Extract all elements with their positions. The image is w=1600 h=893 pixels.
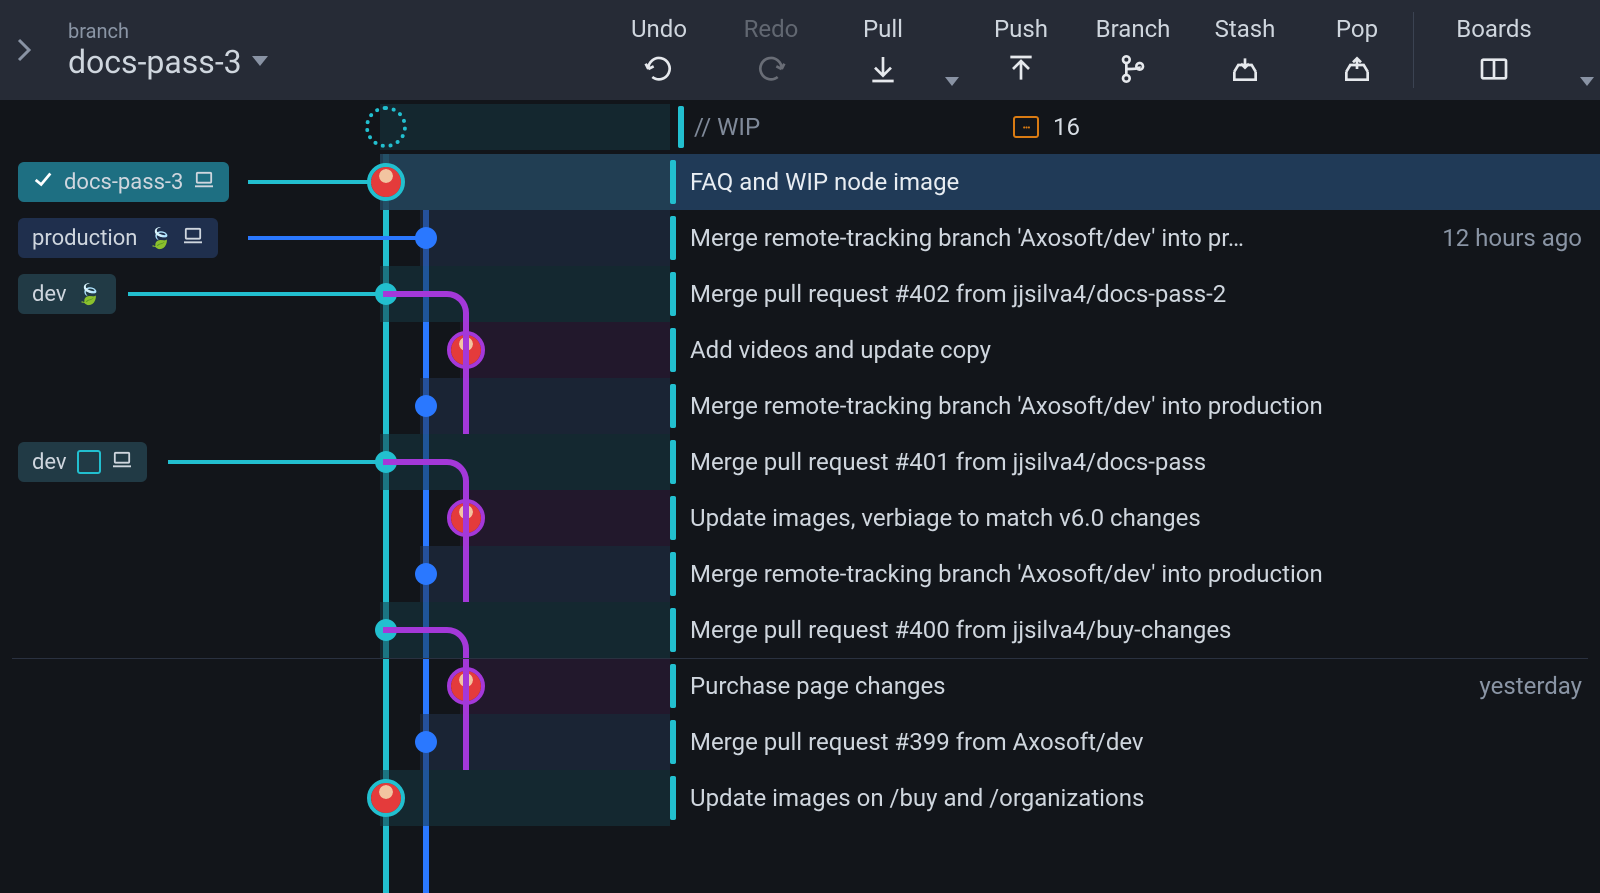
day-divider	[12, 658, 1588, 659]
branch-icon	[1117, 53, 1149, 85]
wip-file-count: 16	[1053, 113, 1080, 141]
wip-row[interactable]: // WIP 16	[0, 100, 1600, 154]
stash-icon	[1229, 53, 1261, 85]
commit-node	[415, 395, 437, 417]
repo-chevron-icon[interactable]	[0, 0, 48, 100]
commit-message: Merge pull request #402 from jjsilva4/do…	[690, 280, 1400, 308]
commit-node	[415, 227, 437, 249]
commit-row[interactable]: Merge pull request #400 from jjsilva4/bu…	[0, 602, 1600, 658]
commit-node	[415, 731, 437, 753]
chevron-down-icon	[252, 56, 268, 68]
commit-row[interactable]: Update images, verbiage to match v6.0 ch…	[0, 490, 1600, 546]
pop-icon	[1341, 53, 1373, 85]
commit-graph[interactable]: docs-pass-3production🍃dev🍃dev FAQ and WI…	[0, 154, 1600, 893]
undo-button[interactable]: Undo	[603, 0, 715, 100]
toolbar: branch docs-pass-3 Undo Redo Pull Push B…	[0, 0, 1600, 100]
avatar	[367, 163, 405, 201]
commit-row[interactable]: Update images on /buy and /organizations	[0, 770, 1600, 826]
pull-icon	[867, 53, 899, 85]
branch-name: docs-pass-3	[68, 43, 268, 81]
pop-button[interactable]: Pop	[1301, 0, 1413, 100]
wip-node-icon	[365, 106, 407, 148]
commit-message: Merge pull request #399 from Axosoft/dev	[690, 728, 1400, 756]
wip-files-icon	[1013, 116, 1039, 138]
wip-placeholder: // WIP	[694, 113, 760, 141]
avatar	[367, 779, 405, 817]
commit-row[interactable]: FAQ and WIP node image	[0, 154, 1600, 210]
pull-button[interactable]: Pull	[827, 0, 939, 100]
commit-row[interactable]: Purchase page changes yesterday	[0, 658, 1600, 714]
commit-row[interactable]: Merge pull request #401 from jjsilva4/do…	[0, 434, 1600, 490]
push-icon	[1005, 53, 1037, 85]
branch-label: branch	[68, 19, 268, 43]
branch-selector[interactable]: branch docs-pass-3	[48, 0, 268, 100]
pull-dropdown[interactable]	[939, 0, 965, 100]
redo-button[interactable]: Redo	[715, 0, 827, 100]
commit-row[interactable]: Add videos and update copy	[0, 322, 1600, 378]
commit-row[interactable]: Merge pull request #402 from jjsilva4/do…	[0, 266, 1600, 322]
commit-message: Update images on /buy and /organizations	[690, 784, 1400, 812]
commit-message: FAQ and WIP node image	[690, 168, 1400, 196]
commit-message: Merge remote-tracking branch 'Axosoft/de…	[690, 224, 1400, 252]
commit-message: Update images, verbiage to match v6.0 ch…	[690, 504, 1400, 532]
branch-button[interactable]: Branch	[1077, 0, 1189, 100]
commit-row[interactable]: Merge remote-tracking branch 'Axosoft/de…	[0, 378, 1600, 434]
commit-message: Purchase page changes	[690, 672, 1400, 700]
commit-node	[415, 563, 437, 585]
push-button[interactable]: Push	[965, 0, 1077, 100]
redo-icon	[755, 53, 787, 85]
commit-message: Merge pull request #401 from jjsilva4/do…	[690, 448, 1400, 476]
boards-dropdown[interactable]	[1574, 0, 1600, 100]
commit-message: Merge pull request #400 from jjsilva4/bu…	[690, 616, 1400, 644]
boards-icon	[1478, 53, 1510, 85]
stash-button[interactable]: Stash	[1189, 0, 1301, 100]
commit-message: Merge remote-tracking branch 'Axosoft/de…	[690, 392, 1400, 420]
undo-icon	[643, 53, 675, 85]
commit-time: 12 hours ago	[1442, 224, 1582, 252]
commit-row[interactable]: Merge pull request #399 from Axosoft/dev	[0, 714, 1600, 770]
commit-time: yesterday	[1479, 672, 1582, 700]
commit-row[interactable]: Merge remote-tracking branch 'Axosoft/de…	[0, 210, 1600, 266]
commit-row[interactable]: Merge remote-tracking branch 'Axosoft/de…	[0, 546, 1600, 602]
commit-message: Add videos and update copy	[690, 336, 1400, 364]
boards-button[interactable]: Boards	[1414, 0, 1574, 100]
commit-message: Merge remote-tracking branch 'Axosoft/de…	[690, 560, 1400, 588]
